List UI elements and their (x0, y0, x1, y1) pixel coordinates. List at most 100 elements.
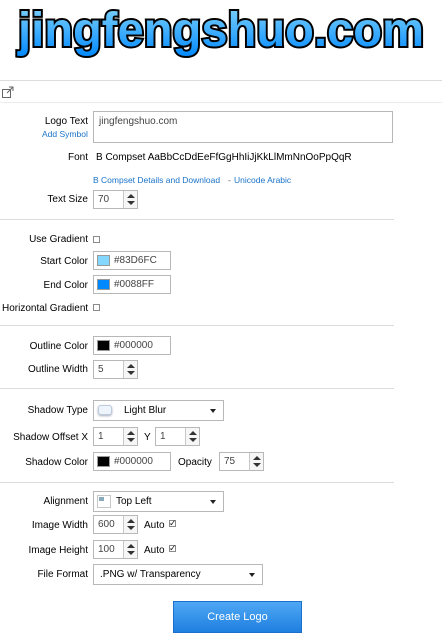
arrow-down-icon[interactable] (189, 438, 197, 442)
text-size-label: Text Size (47, 194, 88, 205)
shadow-type-label: Shadow Type (27, 405, 88, 416)
shadow-offset-x-arrows[interactable] (123, 428, 137, 445)
chevron-down-icon (210, 500, 216, 504)
toolbar-divider (0, 80, 442, 81)
arrow-up-icon[interactable] (189, 431, 197, 435)
text-size-arrows[interactable] (123, 191, 137, 208)
checkmark-icon: ✓ (169, 543, 177, 553)
image-width-value: 600 (98, 519, 115, 530)
shadow-offset-y-stepper[interactable]: 1 (155, 427, 200, 446)
image-width-arrows[interactable] (123, 516, 137, 533)
start-color-value: #83D6FC (114, 255, 157, 266)
end-color-value: #0088FF (114, 279, 155, 290)
start-color-swatch (97, 255, 110, 266)
arrow-down-icon[interactable] (253, 463, 261, 467)
use-gradient-checkbox[interactable] (93, 236, 100, 243)
font-details-link[interactable]: B Compset Details and Download (93, 175, 220, 185)
section-divider (0, 388, 394, 389)
arrow-up-icon[interactable] (127, 431, 135, 435)
end-color-label: End Color (43, 280, 88, 291)
shadow-offset-x-label: Shadow Offset X (13, 432, 88, 443)
start-color-label: Start Color (40, 256, 88, 267)
section-divider (0, 219, 394, 220)
shadow-preview-icon (98, 405, 112, 415)
font-selector[interactable]: B Compset AaBbCcDdEeFfGgHhIiJjKkLlMmNnOo… (96, 152, 352, 163)
arrow-up-icon[interactable] (127, 194, 135, 198)
create-logo-button[interactable]: Create Logo (173, 601, 302, 633)
outline-width-value: 5 (98, 364, 104, 375)
shadow-offset-y-arrows[interactable] (185, 428, 199, 445)
chevron-down-icon (249, 573, 255, 577)
text-size-stepper[interactable]: 70 (93, 190, 138, 209)
outline-color-picker[interactable]: #000000 (93, 336, 171, 355)
arrow-up-icon[interactable] (127, 519, 135, 523)
outline-width-arrows[interactable] (123, 361, 137, 378)
opacity-label: Opacity (178, 457, 212, 468)
alignment-select[interactable]: Top Left (93, 491, 224, 512)
end-color-picker[interactable]: #0088FF (93, 275, 171, 294)
image-height-auto-label: Auto (144, 545, 165, 556)
end-color-swatch (97, 279, 110, 290)
arrow-up-icon[interactable] (127, 364, 135, 368)
logo-preview-image: jingfengshuo.com (15, 2, 426, 59)
file-format-label: File Format (37, 569, 88, 580)
font-label: Font (67, 152, 88, 163)
image-height-label: Image Height (28, 545, 88, 556)
alignment-label: Alignment (43, 496, 88, 507)
logo-text-label: Logo Text (44, 116, 88, 127)
share-icon[interactable] (2, 86, 15, 98)
section-divider (0, 325, 394, 326)
shadow-color-label: Shadow Color (25, 457, 88, 468)
chevron-down-icon (210, 409, 216, 413)
shadow-color-swatch (97, 456, 110, 467)
arrow-down-icon[interactable] (127, 526, 135, 530)
shadow-type-select[interactable]: Light Blur (93, 400, 224, 421)
opacity-stepper[interactable]: 75 (219, 452, 264, 471)
toolbar-bottom-divider (0, 102, 442, 103)
text-size-value: 70 (98, 194, 110, 205)
arrow-down-icon[interactable] (127, 551, 135, 555)
arrow-down-icon[interactable] (127, 371, 135, 375)
opacity-arrows[interactable] (249, 453, 263, 470)
image-width-auto-checkbox[interactable]: ✓ (169, 518, 177, 528)
image-width-auto-label: Auto (144, 520, 165, 531)
outline-width-stepper[interactable]: 5 (93, 360, 138, 379)
font-links-separator: - (228, 175, 231, 185)
alignment-value: Top Left (116, 496, 152, 507)
image-height-arrows[interactable] (123, 541, 137, 558)
arrow-up-icon[interactable] (253, 456, 261, 460)
shadow-offset-y-label: Y (144, 432, 151, 443)
unicode-arabic-link[interactable]: Unicode Arabic (234, 175, 291, 185)
shadow-type-value: Light Blur (124, 405, 167, 416)
shadow-offset-x-stepper[interactable]: 1 (93, 427, 138, 446)
image-height-value: 100 (98, 544, 115, 555)
image-width-label: Image Width (31, 520, 88, 531)
file-format-select[interactable]: .PNG w/ Transparency (93, 564, 263, 585)
outline-color-value: #000000 (114, 340, 153, 351)
add-symbol-link[interactable]: Add Symbol (42, 129, 88, 139)
section-divider (0, 482, 394, 483)
file-format-value: .PNG w/ Transparency (100, 569, 201, 580)
shadow-color-picker[interactable]: #000000 (93, 452, 171, 471)
image-height-auto-checkbox[interactable]: ✓ (169, 543, 177, 553)
use-gradient-label: Use Gradient (29, 234, 88, 245)
logo-preview-banner: jingfengshuo.com (0, 0, 442, 70)
banner-text: jingfengshuo.com (17, 4, 424, 57)
horizontal-gradient-label: Horizontal Gradient (2, 303, 89, 314)
align-top-left-icon (97, 495, 111, 508)
arrow-down-icon[interactable] (127, 438, 135, 442)
shadow-offset-y-value: 1 (160, 431, 166, 442)
outline-color-swatch (97, 340, 110, 351)
image-height-stepper[interactable]: 100 (93, 540, 138, 559)
outline-color-label: Outline Color (29, 341, 88, 352)
checkmark-icon: ✓ (169, 518, 177, 528)
start-color-picker[interactable]: #83D6FC (93, 251, 171, 270)
opacity-value: 75 (224, 456, 236, 467)
arrow-up-icon[interactable] (127, 544, 135, 548)
horizontal-gradient-checkbox[interactable] (93, 304, 100, 311)
image-width-stepper[interactable]: 600 (93, 515, 138, 534)
arrow-down-icon[interactable] (127, 201, 135, 205)
outline-width-label: Outline Width (27, 364, 88, 375)
shadow-offset-x-value: 1 (98, 431, 104, 442)
logo-text-input[interactable]: jingfengshuo.com (93, 111, 393, 143)
